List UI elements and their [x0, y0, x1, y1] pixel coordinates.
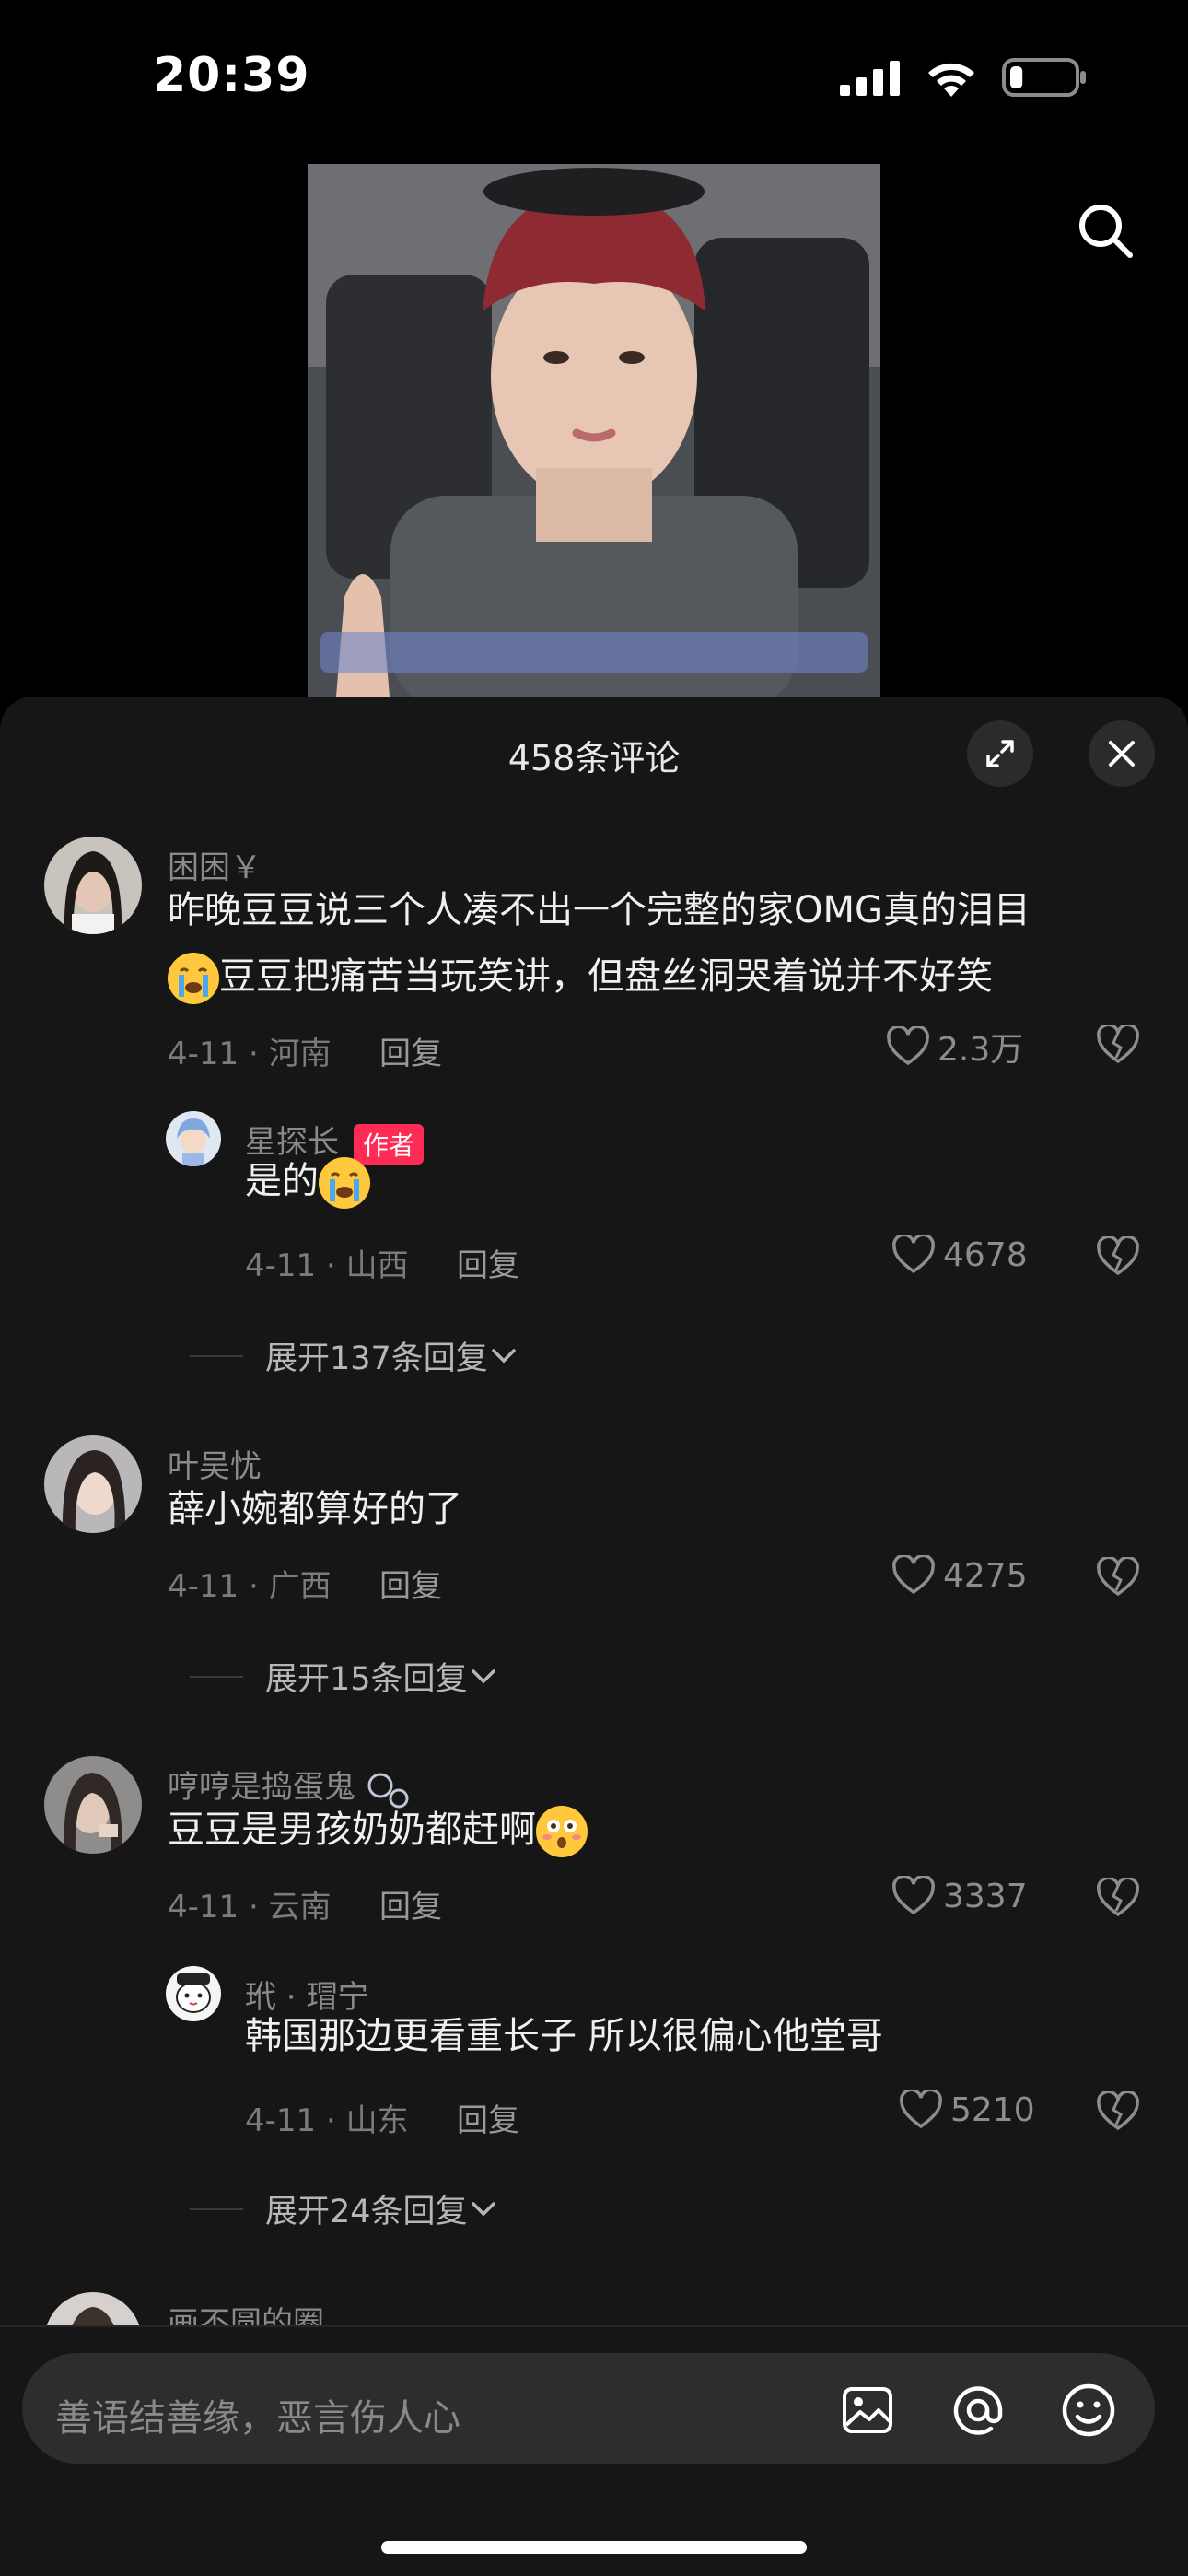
- reply-text: 韩国那边更看重长子 所以很偏心他堂哥: [245, 2015, 883, 2057]
- like-button[interactable]: 5210: [899, 2090, 1035, 2130]
- like-button[interactable]: 2.3万: [886, 1023, 1023, 1071]
- broken-heart-icon: [1097, 1555, 1139, 1597]
- status-time: 20:39: [153, 48, 310, 103]
- like-count: 2.3万: [938, 1031, 1024, 1069]
- sheet-header: 458条评论: [0, 697, 1188, 807]
- comment-text: 薛小婉都算好的了: [168, 1488, 462, 1530]
- comment-text: 豆豆是男孩奶奶都赶啊: [168, 1797, 588, 1863]
- expand-button[interactable]: [967, 720, 1033, 787]
- search-button[interactable]: [1068, 193, 1142, 267]
- reply-button[interactable]: 回复: [379, 1028, 442, 1073]
- reply-avatar[interactable]: [166, 1111, 221, 1166]
- broken-heart-icon: [1097, 1876, 1139, 1917]
- status-bar: 20:39: [0, 0, 1188, 157]
- wifi-icon: [928, 63, 974, 97]
- reply-avatar[interactable]: [166, 1966, 221, 2021]
- dislike-button[interactable]: [1096, 1876, 1140, 1922]
- at-icon: [953, 2386, 1003, 2435]
- cellular-signal-icon: [840, 61, 900, 96]
- like-button[interactable]: 4678: [891, 1235, 1028, 1275]
- heart-icon: [892, 1235, 935, 1274]
- chevron-down-icon: [471, 1669, 495, 1683]
- avatar[interactable]: [44, 837, 142, 934]
- chevron-down-icon: [492, 1348, 516, 1363]
- avatar[interactable]: [44, 1756, 142, 1854]
- heart-icon: [887, 1026, 929, 1066]
- like-count: 4678: [943, 1235, 1028, 1274]
- comment-meta: 4-11 · 云南: [168, 1889, 332, 1926]
- expand-icon: [986, 740, 1014, 767]
- reply-text: 是的: [245, 1148, 370, 1214]
- comment-meta: 4-11 · 河南: [168, 1036, 332, 1072]
- dislike-button[interactable]: [1096, 1555, 1140, 1601]
- like-button[interactable]: 3337: [891, 1876, 1028, 1916]
- comment-meta: 4-11 · 广西: [168, 1568, 332, 1605]
- like-count: 5210: [950, 2090, 1035, 2129]
- home-indicator[interactable]: [381, 2541, 807, 2554]
- avatar[interactable]: [44, 1435, 142, 1533]
- chevron-down-icon: [471, 2201, 495, 2216]
- close-button[interactable]: [1089, 720, 1155, 787]
- mention-button[interactable]: [949, 2381, 1007, 2440]
- comment-input-bar: 善语结善缘，恶言伤人心: [0, 2325, 1188, 2576]
- status-icons: [840, 57, 1087, 98]
- comment-input[interactable]: 善语结善缘，恶言伤人心: [22, 2353, 1155, 2464]
- battery-icon: [1002, 58, 1086, 97]
- expand-replies-button[interactable]: 展开137条回复: [190, 1332, 519, 1379]
- heart-icon: [892, 1555, 935, 1595]
- comment-text: 昨晚豆豆说三个人凑不出一个完整的家OMG真的泪目: [168, 889, 1031, 931]
- emoji-button[interactable]: [1059, 2381, 1118, 2440]
- video-thumbnail[interactable]: [308, 164, 880, 708]
- expand-replies-button[interactable]: 展开24条回复: [190, 2185, 499, 2232]
- dislike-button[interactable]: [1096, 1023, 1140, 1069]
- comment-text: 豆豆把痛苦当玩笑讲，但盘丝洞哭着说并不好笑: [168, 943, 993, 1010]
- expand-replies-button[interactable]: 展开15条回复: [190, 1653, 499, 1700]
- broken-heart-icon: [1097, 1235, 1139, 1276]
- reply-button[interactable]: 回复: [379, 1881, 442, 1926]
- emoji-icon: [1062, 2383, 1115, 2437]
- heart-icon: [892, 1876, 935, 1915]
- search-icon: [1079, 205, 1133, 258]
- comments-sheet: 458条评论 困困￥ 昨晚豆豆说三个人凑不出一个完整的家OMG真的泪目 豆豆把痛…: [0, 697, 1188, 2576]
- reply-meta: 4-11 · 山东: [245, 2102, 409, 2139]
- dislike-button[interactable]: [1096, 1235, 1140, 1281]
- dislike-button[interactable]: [1096, 2090, 1140, 2136]
- reply-button[interactable]: 回复: [457, 2095, 519, 2140]
- broken-heart-icon: [1097, 2090, 1139, 2131]
- crying-emoji-icon: [168, 953, 219, 1004]
- like-button[interactable]: 4275: [891, 1555, 1028, 1596]
- reply-button[interactable]: 回复: [457, 1240, 519, 1285]
- comment-text-continued: 豆豆把痛苦当玩笑讲，但盘丝洞哭着说并不好笑: [219, 955, 993, 998]
- crying-emoji-icon: [319, 1157, 370, 1209]
- reply-meta: 4-11 · 山西: [245, 1247, 409, 1284]
- reply-button[interactable]: 回复: [379, 1561, 442, 1606]
- video-area[interactable]: [0, 157, 1188, 708]
- image-icon: [843, 2387, 892, 2433]
- heart-icon: [900, 2090, 942, 2129]
- close-icon: [1109, 741, 1135, 767]
- flushed-emoji-icon: [536, 1806, 588, 1857]
- broken-heart-icon: [1097, 1023, 1139, 1064]
- like-count: 4275: [943, 1556, 1028, 1595]
- like-count: 3337: [943, 1877, 1028, 1915]
- image-button[interactable]: [838, 2381, 897, 2440]
- comment-input-placeholder[interactable]: 善语结善缘，恶言伤人心: [55, 2388, 460, 2441]
